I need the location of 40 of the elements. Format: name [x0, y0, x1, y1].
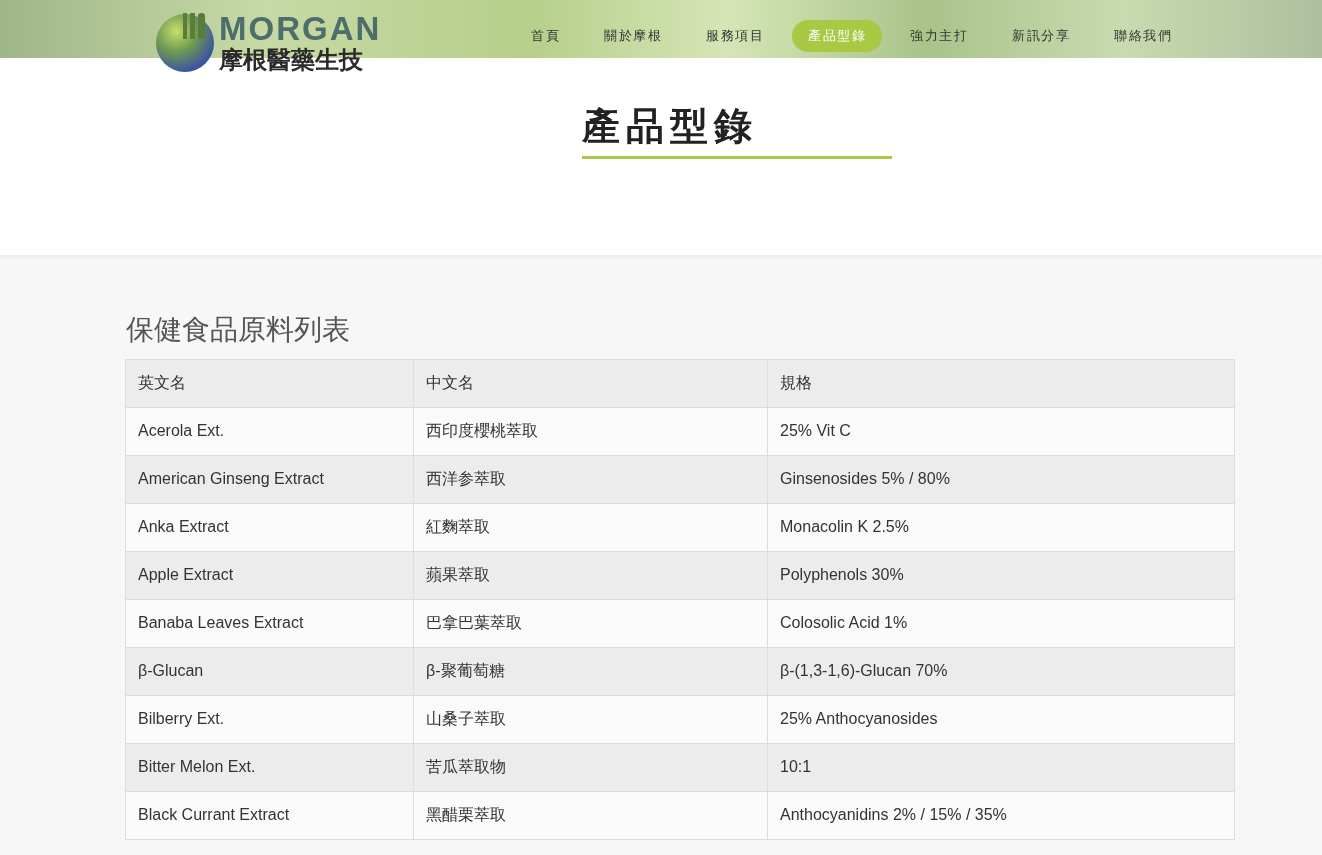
- table-cell: Monacolin K 2.5%: [767, 503, 1235, 552]
- table-cell: 蘋果萃取: [413, 551, 768, 600]
- table-cell: 西洋参萃取: [413, 455, 768, 504]
- nav-link[interactable]: 聯絡我們: [1098, 20, 1188, 52]
- table-cell: Colosolic Acid 1%: [767, 599, 1235, 648]
- nav-link[interactable]: 新訊分享: [996, 20, 1086, 52]
- table-cell: Bitter Melon Ext.: [125, 743, 414, 792]
- table-cell: Black Currant Extract: [125, 791, 414, 840]
- table-cell: Ginsenosides 5% / 80%: [767, 455, 1235, 504]
- table-cell: 10:1: [767, 743, 1235, 792]
- table-cell: β-聚葡萄糖: [413, 647, 768, 696]
- column-header: 中文名: [413, 359, 768, 408]
- table-cell: 25% Vit C: [767, 407, 1235, 456]
- table-cell: 25% Anthocyanosides: [767, 695, 1235, 744]
- nav-link[interactable]: 關於摩根: [588, 20, 678, 52]
- logo-wordmark: MORGAN: [219, 12, 382, 45]
- table-cell: 山桑子萃取: [413, 695, 768, 744]
- table-cell: American Ginseng Extract: [125, 455, 414, 504]
- logo-subtitle: 摩根醫藥生技: [219, 48, 364, 72]
- page-title: 產品型錄: [582, 104, 892, 159]
- table-cell: Anthocyanidins 2% / 15% / 35%: [767, 791, 1235, 840]
- table-cell: Apple Extract: [125, 551, 414, 600]
- table-cell: β-Glucan: [125, 647, 414, 696]
- table-cell: Anka Extract: [125, 503, 414, 552]
- section-heading: 保健食品原料列表: [126, 313, 351, 347]
- table-cell: 西印度櫻桃萃取: [413, 407, 768, 456]
- table-cell: 巴拿巴葉萃取: [413, 599, 768, 648]
- nav-link[interactable]: 首頁: [515, 20, 576, 52]
- table-cell: Bilberry Ext.: [125, 695, 414, 744]
- table-cell: 苦瓜萃取物: [413, 743, 768, 792]
- table-cell: β-(1,3-1,6)-Glucan 70%: [767, 647, 1235, 696]
- table-cell: 紅麴萃取: [413, 503, 768, 552]
- table-cell: Polyphenols 30%: [767, 551, 1235, 600]
- table-cell: Acerola Ext.: [125, 407, 414, 456]
- column-header: 規格: [767, 359, 1235, 408]
- table-cell: Banaba Leaves Extract: [125, 599, 414, 648]
- column-header: 英文名: [125, 359, 414, 408]
- table-cell: 黑醋栗萃取: [413, 791, 768, 840]
- nav-link[interactable]: 強力主打: [894, 20, 984, 52]
- nav-link[interactable]: 服務項目: [690, 20, 780, 52]
